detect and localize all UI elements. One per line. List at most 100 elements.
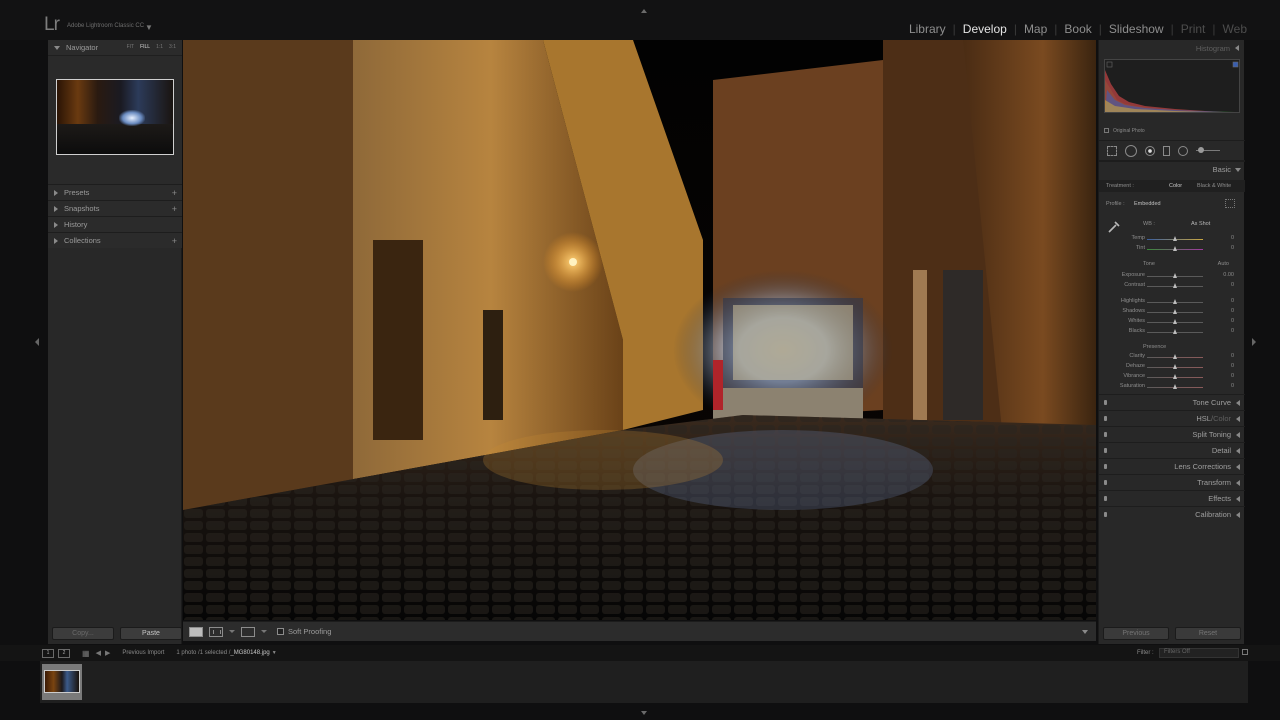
slider-thumb[interactable]: [1172, 273, 1177, 278]
module-print[interactable]: Print: [1174, 22, 1213, 36]
treatment-bw-option[interactable]: Black & White: [1197, 183, 1231, 189]
module-web[interactable]: Web: [1216, 22, 1254, 36]
basic-header[interactable]: Basic: [1099, 161, 1245, 177]
filter-select[interactable]: Filters Off: [1159, 648, 1239, 658]
panel-switch-icon[interactable]: [1104, 448, 1107, 453]
slider-value[interactable]: 0: [1231, 298, 1234, 304]
slider-thumb[interactable]: [1172, 236, 1177, 241]
module-map[interactable]: Map: [1017, 22, 1054, 36]
histogram-header[interactable]: Histogram: [1099, 40, 1244, 56]
navigator-zoom-option[interactable]: FILL: [140, 44, 150, 50]
before-after-view-icon[interactable]: [209, 626, 223, 637]
slider-thumb[interactable]: [1172, 364, 1177, 369]
back-arrow-icon[interactable]: ◀: [96, 649, 101, 657]
slider-thumb[interactable]: [1172, 319, 1177, 324]
slider-value[interactable]: 0: [1231, 235, 1234, 241]
panel-effects[interactable]: Effects: [1099, 490, 1245, 506]
copy-button[interactable]: Copy...: [52, 627, 114, 640]
navigator-zoom-option[interactable]: 3:1: [169, 44, 176, 50]
second-window-button[interactable]: 2: [58, 648, 70, 658]
slider-value[interactable]: 0: [1231, 245, 1234, 251]
slider-value[interactable]: 0: [1231, 282, 1234, 288]
add-icon[interactable]: +: [172, 204, 177, 214]
panel-split-toning[interactable]: Split Toning: [1099, 426, 1245, 442]
histogram[interactable]: [1104, 59, 1240, 113]
main-window-button[interactable]: 1: [42, 648, 54, 658]
slider-thumb[interactable]: [1172, 299, 1177, 304]
panel-snapshots[interactable]: Snapshots +: [48, 200, 182, 216]
wb-select[interactable]: As Shot: [1191, 221, 1210, 227]
filter-lock-icon[interactable]: [1242, 649, 1248, 655]
panel-switch-icon[interactable]: [1104, 496, 1107, 501]
slider-value[interactable]: 0: [1231, 308, 1234, 314]
slider-value[interactable]: 0: [1231, 353, 1234, 359]
navigator-zoom-option[interactable]: FIT: [127, 44, 135, 50]
swap-before-after-icon[interactable]: [241, 626, 255, 637]
slider-value[interactable]: 0: [1231, 373, 1234, 379]
slider-value[interactable]: 0: [1231, 383, 1234, 389]
add-icon[interactable]: +: [172, 236, 177, 246]
slider-value[interactable]: 0.00: [1223, 272, 1234, 278]
filmstrip-source[interactable]: Previous Import: [122, 650, 164, 656]
treatment-color-option[interactable]: Color: [1169, 183, 1182, 189]
slider-thumb[interactable]: [1172, 309, 1177, 314]
radial-filter-icon[interactable]: [1178, 145, 1188, 156]
panel-switch-icon[interactable]: [1104, 464, 1107, 469]
slider-thumb[interactable]: [1172, 354, 1177, 359]
slider-value[interactable]: 0: [1231, 363, 1234, 369]
eyedropper-icon[interactable]: [1107, 220, 1121, 234]
panel-history[interactable]: History: [48, 216, 182, 232]
loupe-view-icon[interactable]: [189, 626, 203, 637]
spot-removal-icon[interactable]: [1125, 144, 1137, 157]
navigator-zoom-option[interactable]: 1:1: [156, 44, 163, 50]
selected-filename[interactable]: _MG80148.jpg: [230, 650, 269, 656]
module-book[interactable]: Book: [1057, 22, 1098, 36]
slider-thumb[interactable]: [1172, 329, 1177, 334]
forward-arrow-icon[interactable]: ▶: [105, 649, 110, 657]
slider-thumb[interactable]: [1172, 384, 1177, 389]
add-icon[interactable]: +: [172, 188, 177, 198]
navigator-header[interactable]: Navigator FIT FILL 1:1 3:1: [48, 40, 182, 56]
soft-proofing-checkbox[interactable]: [277, 628, 284, 635]
panel-switch-icon[interactable]: [1104, 480, 1107, 485]
module-develop[interactable]: Develop: [956, 22, 1014, 36]
toolbar-options-icon[interactable]: [1082, 630, 1088, 634]
panel-switch-icon[interactable]: [1104, 400, 1107, 405]
panel-switch-icon[interactable]: [1104, 416, 1107, 421]
previous-button[interactable]: Previous: [1103, 627, 1169, 640]
reset-button[interactable]: Reset: [1175, 627, 1241, 640]
panel-collections[interactable]: Collections +: [48, 232, 182, 248]
slider-thumb[interactable]: [1172, 374, 1177, 379]
crop-icon[interactable]: [1107, 145, 1117, 156]
panel-switch-icon[interactable]: [1104, 432, 1107, 437]
right-panel-toggle-icon[interactable]: [1252, 338, 1256, 346]
panel-tone-curve[interactable]: Tone Curve: [1099, 394, 1245, 410]
graduated-filter-icon[interactable]: [1163, 145, 1170, 156]
bottom-panel-toggle-icon[interactable]: [641, 711, 647, 715]
red-eye-icon[interactable]: [1145, 145, 1155, 156]
filmstrip-thumbnail[interactable]: [42, 664, 82, 700]
panel-label-alt[interactable]: Color: [1213, 414, 1231, 423]
chevron-down-icon[interactable]: [261, 630, 267, 633]
top-panel-toggle-icon[interactable]: [641, 9, 647, 13]
left-panel-toggle-icon[interactable]: [35, 338, 39, 346]
slider-thumb[interactable]: [1172, 246, 1177, 251]
tone-auto-button[interactable]: Auto: [1218, 261, 1229, 267]
slider-value[interactable]: 0: [1231, 328, 1234, 334]
panel-detail[interactable]: Detail: [1099, 442, 1245, 458]
profile-browser-icon[interactable]: [1225, 199, 1235, 208]
paste-button[interactable]: Paste: [120, 627, 182, 640]
navigator-thumbnail[interactable]: [56, 79, 174, 155]
profile-select[interactable]: Embedded: [1134, 201, 1161, 207]
panel-hsl[interactable]: HSL / Color: [1099, 410, 1245, 426]
chevron-down-icon[interactable]: ▼: [272, 650, 277, 656]
slider-thumb[interactable]: [1172, 283, 1177, 288]
identity-plate-menu-icon[interactable]: ▼: [145, 23, 153, 32]
chevron-down-icon[interactable]: [229, 630, 235, 633]
panel-transform[interactable]: Transform: [1099, 474, 1245, 490]
adjustment-brush-icon[interactable]: [1196, 147, 1220, 153]
photo-canvas[interactable]: [183, 40, 1096, 620]
panel-presets[interactable]: Presets +: [48, 184, 182, 200]
grid-icon[interactable]: ▦: [82, 649, 90, 658]
panel-lens-corrections[interactable]: Lens Corrections: [1099, 458, 1245, 474]
